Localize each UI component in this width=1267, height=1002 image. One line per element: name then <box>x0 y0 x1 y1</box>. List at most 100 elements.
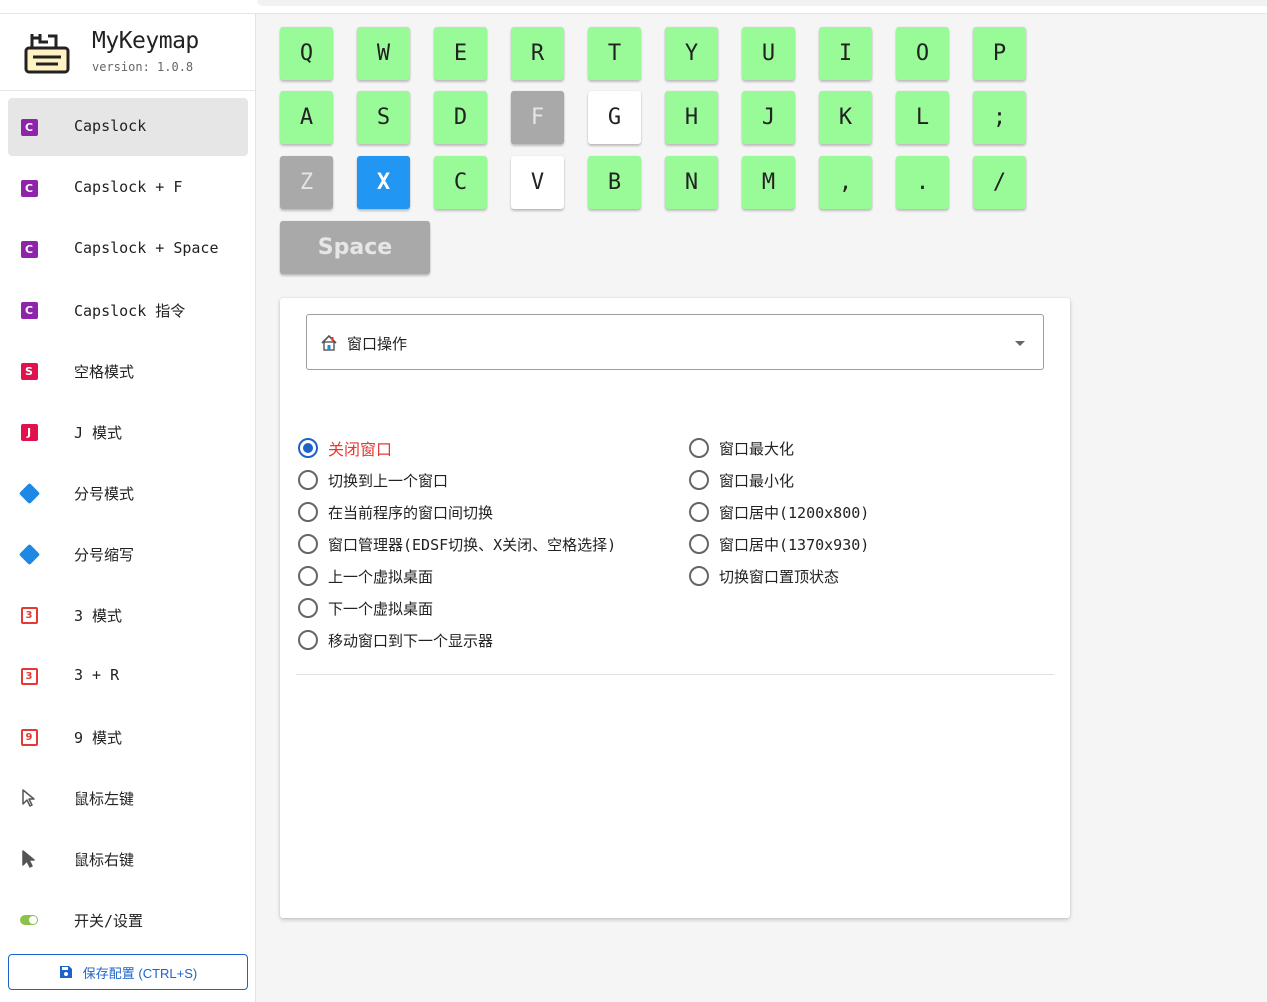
chevron-down-icon <box>1015 341 1025 346</box>
radio-icon[interactable] <box>298 598 318 618</box>
sidebar-item-semicolon-mode[interactable]: 分号模式 <box>8 464 248 522</box>
divider <box>296 674 1054 675</box>
key-l[interactable]: L <box>896 91 949 144</box>
three-box-icon: 3 <box>20 606 38 624</box>
key-period[interactable]: . <box>896 156 949 209</box>
option-label: 下一个虚拟桌面 <box>328 599 434 618</box>
key-slash[interactable]: / <box>973 156 1026 209</box>
key-f[interactable]: F <box>511 91 564 144</box>
action-category-select[interactable]: 窗口操作 <box>306 314 1044 370</box>
key-q[interactable]: Q <box>280 27 333 80</box>
option-label: 上一个虚拟桌面 <box>328 567 434 586</box>
key-c[interactable]: C <box>434 156 487 209</box>
option-label: 窗口最大化 <box>719 439 795 458</box>
key-p[interactable]: P <box>973 27 1026 80</box>
save-button-label: 保存配置 (CTRL+S) <box>82 965 198 981</box>
option-label: 切换窗口置顶状态 <box>719 567 840 586</box>
three-box-icon: 3 <box>20 667 38 685</box>
sidebar-item-label: 分号模式 <box>74 485 135 503</box>
option-minimize[interactable]: 窗口最小化 <box>689 468 794 492</box>
option-label: 切换到上一个窗口 <box>328 471 449 490</box>
key-n[interactable]: N <box>665 156 718 209</box>
key-h[interactable]: H <box>665 91 718 144</box>
sidebar-item-label: 鼠标左键 <box>74 790 135 808</box>
radio-icon[interactable] <box>689 534 709 554</box>
sidebar-item-mouse-right[interactable]: 鼠标右键 <box>8 830 248 888</box>
sidebar-item-j-mode[interactable]: J J 模式 <box>8 403 248 461</box>
radio-icon[interactable] <box>298 566 318 586</box>
c-badge-icon: C <box>20 240 38 258</box>
key-e[interactable]: E <box>434 27 487 80</box>
sidebar-item-label: Capslock 指令 <box>74 302 186 320</box>
option-label: 窗口最小化 <box>719 471 795 490</box>
sidebar-item-capslock-command[interactable]: C Capslock 指令 <box>8 281 248 339</box>
sidebar-item-label: 3 模式 <box>74 607 123 625</box>
sidebar-item-3-mode[interactable]: 3 3 模式 <box>8 586 248 644</box>
radio-icon[interactable] <box>298 630 318 650</box>
key-m[interactable]: M <box>742 156 795 209</box>
s-badge-icon: S <box>20 362 38 380</box>
key-t[interactable]: T <box>588 27 641 80</box>
key-semicolon[interactable]: ; <box>973 91 1026 144</box>
sidebar-item-space-mode[interactable]: S 空格模式 <box>8 342 248 400</box>
sidebar-item-capslock-f[interactable]: C Capslock + F <box>8 159 248 217</box>
sidebar-item-3-r[interactable]: 3 3 + R <box>8 647 248 705</box>
radio-icon[interactable] <box>689 470 709 490</box>
key-r[interactable]: R <box>511 27 564 80</box>
save-icon <box>59 966 72 978</box>
key-d[interactable]: D <box>434 91 487 144</box>
brand-header: MyKeymap version: 1.0.8 <box>0 14 255 91</box>
option-center-1200[interactable]: 窗口居中(1200x800) <box>689 500 869 524</box>
radio-icon[interactable] <box>689 502 709 522</box>
key-j[interactable]: J <box>742 91 795 144</box>
sidebar-item-semicolon-abbr[interactable]: 分号缩写 <box>8 525 248 583</box>
option-center-1370[interactable]: 窗口居中(1370x930) <box>689 532 869 556</box>
radio-icon[interactable] <box>689 438 709 458</box>
cursor-outline-icon <box>20 789 38 807</box>
radio-icon[interactable] <box>298 502 318 522</box>
radio-icon[interactable] <box>298 534 318 554</box>
top-bar <box>0 0 1267 14</box>
option-next-desktop[interactable]: 下一个虚拟桌面 <box>298 596 433 620</box>
action-panel: 窗口操作 关闭窗口 切换到上一个窗口 在当前程序的窗口间切换 窗口管理器(EDS… <box>280 298 1070 918</box>
sidebar-item-label: J 模式 <box>74 424 123 442</box>
option-close-window[interactable]: 关闭窗口 <box>298 436 392 460</box>
key-x[interactable]: X <box>357 156 410 209</box>
option-window-manager[interactable]: 窗口管理器(EDSF切换、X关闭、空格选择) <box>298 532 616 556</box>
key-g[interactable]: G <box>588 91 641 144</box>
key-space[interactable]: Space <box>280 221 430 274</box>
option-prev-desktop[interactable]: 上一个虚拟桌面 <box>298 564 433 588</box>
top-bar-strip <box>257 0 1267 6</box>
diamond-icon <box>18 482 40 504</box>
option-switch-app-windows[interactable]: 在当前程序的窗口间切换 <box>298 500 493 524</box>
keyboard-logo-icon <box>24 34 70 74</box>
option-toggle-topmost[interactable]: 切换窗口置顶状态 <box>689 564 839 588</box>
key-k[interactable]: K <box>819 91 872 144</box>
key-i[interactable]: I <box>819 27 872 80</box>
key-s[interactable]: S <box>357 91 410 144</box>
radio-selected-icon[interactable] <box>298 438 318 458</box>
key-y[interactable]: Y <box>665 27 718 80</box>
key-comma[interactable]: , <box>819 156 872 209</box>
key-b[interactable]: B <box>588 156 641 209</box>
option-switch-prev-window[interactable]: 切换到上一个窗口 <box>298 468 448 492</box>
key-v[interactable]: V <box>511 156 564 209</box>
sidebar-item-label: 9 模式 <box>74 729 123 747</box>
key-o[interactable]: O <box>896 27 949 80</box>
sidebar-item-capslock[interactable]: C Capslock <box>8 98 248 156</box>
key-z[interactable]: Z <box>280 156 333 209</box>
key-u[interactable]: U <box>742 27 795 80</box>
sidebar-item-9-mode[interactable]: 9 9 模式 <box>8 708 248 766</box>
key-w[interactable]: W <box>357 27 410 80</box>
option-move-next-monitor[interactable]: 移动窗口到下一个显示器 <box>298 628 493 652</box>
sidebar: MyKeymap version: 1.0.8 C Capslock C Cap… <box>0 14 256 1002</box>
key-a[interactable]: A <box>280 91 333 144</box>
diamond-icon <box>18 543 40 565</box>
option-maximize[interactable]: 窗口最大化 <box>689 436 794 460</box>
save-config-button[interactable]: 保存配置 (CTRL+S) <box>8 954 248 990</box>
radio-icon[interactable] <box>298 470 318 490</box>
sidebar-item-mouse-left[interactable]: 鼠标左键 <box>8 769 248 827</box>
sidebar-item-capslock-space[interactable]: C Capslock + Space <box>8 220 248 278</box>
sidebar-item-settings[interactable]: 开关/设置 <box>8 891 248 949</box>
radio-icon[interactable] <box>689 566 709 586</box>
